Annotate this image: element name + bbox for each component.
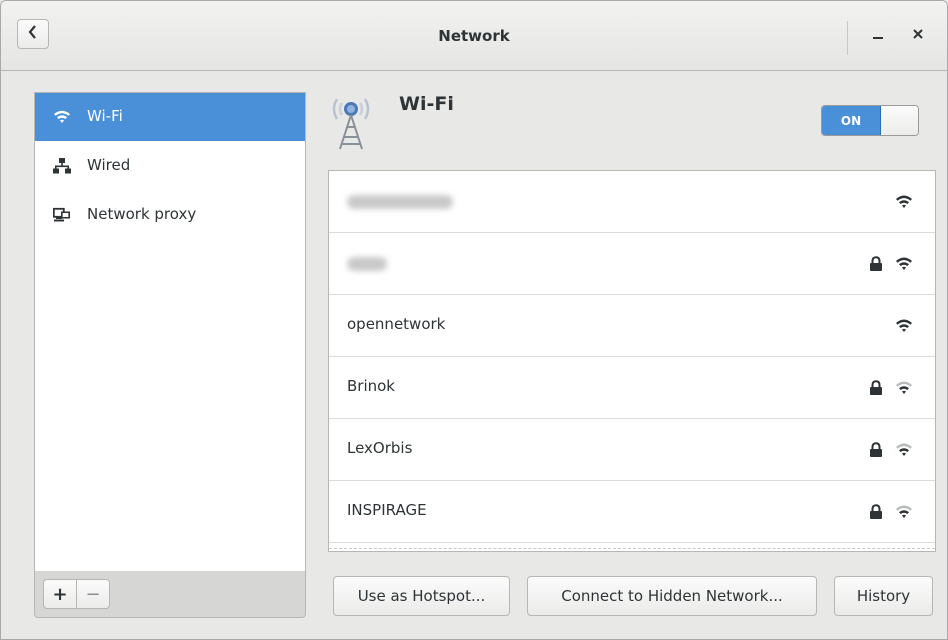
wifi-power-switch[interactable]: ON [821, 105, 919, 136]
minimize-icon [872, 26, 884, 44]
network-name: INSPIRAGE [347, 501, 427, 519]
network-row[interactable] [329, 233, 935, 295]
sidebar-item-label: Wi-Fi [87, 107, 123, 125]
close-button[interactable] [905, 21, 931, 49]
wifi-signal-strong-icon [895, 317, 913, 335]
page-title: Wi-Fi [399, 93, 454, 115]
network-row[interactable]: opennetwork [329, 295, 935, 357]
lock-icon [869, 504, 883, 520]
wifi-device-icon [331, 95, 371, 151]
sidebar-item-wired[interactable]: Wired [35, 142, 305, 190]
history-button[interactable]: History [834, 576, 933, 616]
wifi-signal-medium-icon [895, 379, 913, 397]
header-bar: Network [1, 1, 947, 71]
lock-icon [869, 442, 883, 458]
close-icon [912, 26, 924, 44]
window-title: Network [438, 27, 510, 45]
minus-icon: − [85, 583, 101, 605]
network-name: opennetwork [347, 315, 446, 333]
network-proxy-icon [52, 207, 71, 223]
use-as-hotspot-button[interactable]: Use as Hotspot... [333, 576, 510, 616]
network-row[interactable]: Brinok [329, 357, 935, 419]
obscured-network-name [347, 195, 453, 209]
network-settings-window: Network Wi-Fi Wired Network proxy + − Wi… [0, 0, 948, 640]
network-row[interactable]: LexOrbis [329, 419, 935, 481]
sidebar-item-network-proxy[interactable]: Network proxy [35, 191, 305, 239]
add-connection-button[interactable]: + [43, 579, 77, 609]
sidebar-toolbar: + − [34, 571, 306, 618]
lock-icon [869, 380, 883, 396]
network-name: LexOrbis [347, 439, 413, 457]
wifi-signal-medium-icon [895, 441, 913, 459]
wired-network-icon [53, 158, 71, 174]
sidebar-item-label: Wired [87, 156, 131, 174]
wifi-signal-strong-icon [895, 193, 913, 211]
network-row[interactable]: INSPIRAGE [329, 481, 935, 543]
connect-hidden-network-button[interactable]: Connect to Hidden Network... [527, 576, 817, 616]
wifi-signal-strong-icon [895, 255, 913, 273]
list-scroll-indicator [329, 548, 935, 549]
sidebar-item-label: Network proxy [87, 205, 197, 223]
sidebar-item-wifi[interactable]: Wi-Fi [35, 93, 305, 141]
minimize-button[interactable] [865, 21, 891, 49]
network-row[interactable] [329, 171, 935, 233]
switch-knob[interactable] [881, 106, 918, 135]
remove-connection-button[interactable]: − [76, 579, 110, 609]
obscured-network-name [347, 257, 387, 271]
wifi-signal-medium-icon [895, 503, 913, 521]
lock-icon [869, 256, 883, 272]
network-list: opennetwork Brinok LexOrbis INSPIRAGE [328, 170, 936, 552]
device-sidebar: Wi-Fi Wired Network proxy [34, 92, 306, 572]
switch-on-label: ON [822, 106, 881, 135]
wifi-icon [53, 109, 71, 125]
header-separator [847, 21, 848, 55]
plus-icon: + [52, 583, 68, 605]
network-name: Brinok [347, 377, 395, 395]
